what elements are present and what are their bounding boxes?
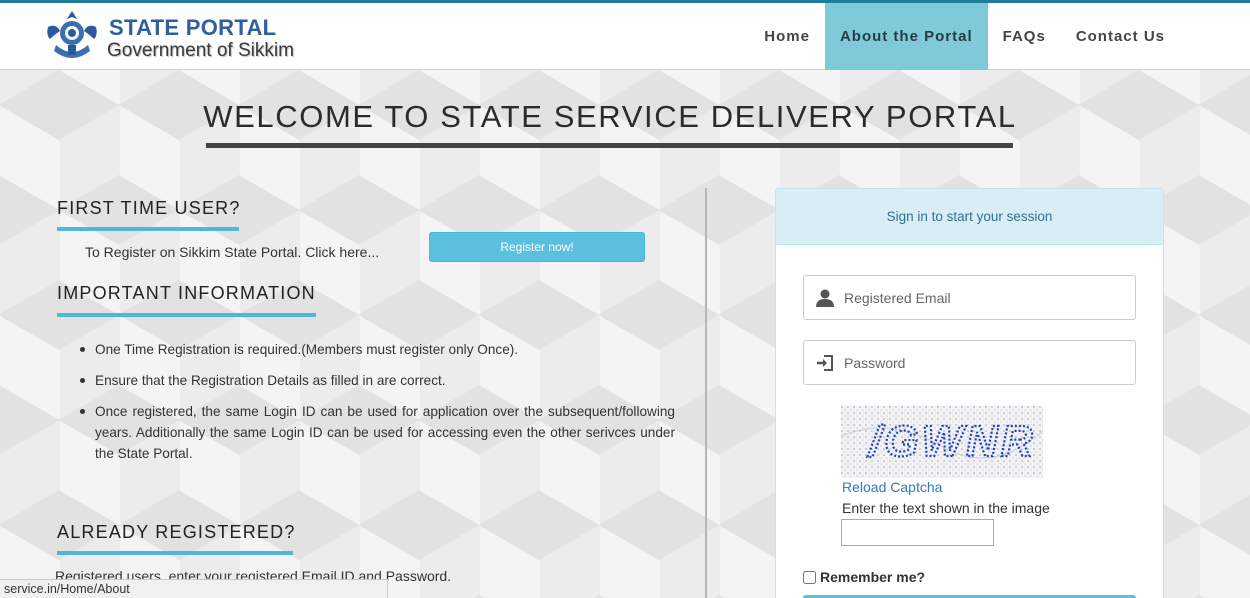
important-information-list: One Time Registration is required.(Membe… (77, 339, 675, 474)
column-divider (705, 188, 707, 598)
nav-faqs[interactable]: FAQs (988, 3, 1061, 70)
captcha-text: /GWNR (867, 417, 1036, 466)
remember-me-label: Remember me? (820, 569, 926, 585)
headline-underline (206, 143, 1013, 148)
page-headline: WELCOME TO STATE SERVICE DELIVERY PORTAL (203, 99, 1017, 134)
nav-contact-us[interactable]: Contact Us (1061, 3, 1180, 70)
nav-about-the-portal[interactable]: About the Portal (824, 3, 988, 70)
login-icon (817, 355, 833, 371)
list-item: One Time Registration is required.(Membe… (77, 339, 675, 360)
site-header: STATE PORTAL Government of Sikkim Home A… (0, 0, 1250, 70)
important-information-title: IMPORTANT INFORMATION (57, 283, 316, 303)
reload-captcha-link[interactable]: Reload Captcha (842, 479, 942, 495)
brand-subtitle: Government of Sikkim (107, 40, 294, 61)
main-nav: Home About the Portal FAQs Contact Us (749, 3, 1180, 70)
password-field[interactable] (803, 340, 1136, 385)
email-input[interactable] (844, 276, 1129, 319)
status-bar-url: service.in/Home/About (0, 579, 388, 598)
register-now-button[interactable]: Register now! (429, 232, 645, 262)
login-heading: Sign in to start your session (776, 189, 1163, 245)
nav-home[interactable]: Home (749, 3, 825, 70)
user-icon (816, 289, 834, 307)
list-item: Once registered, the same Login ID can b… (77, 401, 675, 464)
password-input[interactable] (844, 341, 1129, 384)
login-panel: Sign in to start your session /GWNR Relo… (775, 188, 1164, 598)
sikkim-emblem-icon[interactable] (44, 9, 100, 63)
already-registered-underline (57, 551, 293, 555)
captcha-label: Enter the text shown in the image (842, 500, 1050, 516)
brand-title: STATE PORTAL (109, 15, 277, 40)
list-item: Ensure that the Registration Details as … (77, 370, 675, 391)
remember-me[interactable]: Remember me? (803, 569, 925, 585)
first-time-user-title: FIRST TIME USER? (57, 198, 241, 218)
already-registered-title: ALREADY REGISTERED? (57, 522, 296, 542)
captcha-image: /GWNR (841, 406, 1043, 478)
remember-me-checkbox[interactable] (803, 570, 816, 584)
important-information-underline (57, 313, 316, 317)
captcha-input[interactable] (841, 519, 994, 546)
first-time-user-underline (57, 227, 239, 231)
email-field[interactable] (803, 275, 1136, 320)
register-prompt-text: To Register on Sikkim State Portal. Clic… (85, 244, 380, 260)
